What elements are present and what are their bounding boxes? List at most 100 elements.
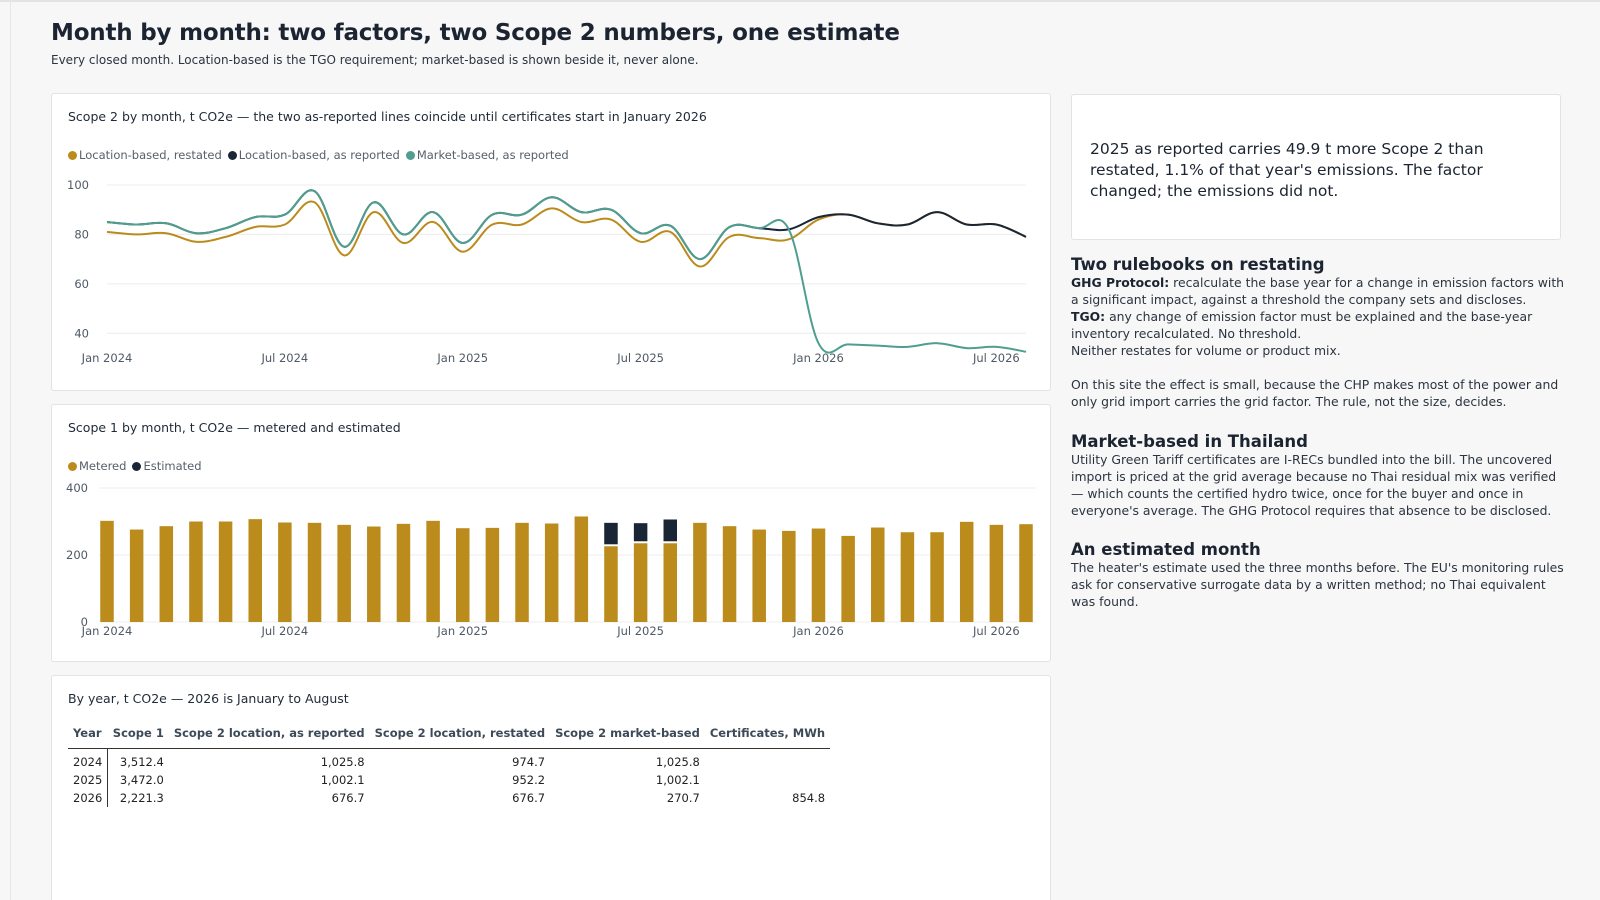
y-tick-label: 40 — [74, 326, 89, 340]
bar-metered — [485, 527, 500, 622]
table-cell: 2024 — [68, 748, 109, 771]
market-paragraph: Utility Green Tariff certificates are I-… — [1071, 452, 1557, 518]
column-header: Scope 2 market-based — [550, 722, 705, 749]
scope1-bar-chart: 0200400Jan 2024 Jul 2024 Jan 2025 Jul 2025 J… — [66, 481, 1036, 638]
bar-estimated — [604, 522, 618, 545]
x-tick-label: Jul 2024 — [260, 351, 308, 365]
x-tick-label: Jul 2026 — [972, 624, 1020, 638]
table-row: 2026 2,221.3 676.7 676.7 270.7 854.8 — [68, 789, 830, 807]
table-cell: 2026 — [68, 789, 109, 807]
bar-metered — [841, 535, 855, 622]
bar-metered — [129, 529, 144, 622]
table-cell: 676.7 — [331, 791, 365, 805]
bar-metered — [633, 543, 648, 622]
tgo-text: any change of emission factor must be ex… — [1071, 309, 1533, 341]
scope1-chart-card: Scope 1 by month, t CO2e — metered and e… — [51, 404, 1051, 662]
bar-metered — [900, 532, 915, 622]
x-tick-label: Jul 2025 — [616, 351, 664, 365]
x-tick-label: Jan 2024 — [81, 351, 133, 365]
x-tick-label: Jan 2024 — [81, 624, 133, 638]
bar-metered — [307, 522, 322, 622]
scope2-line-chart: 40 60 80 100 Jan 2024 Jul 2024 Jan 2025 Jul 202… — [67, 178, 1027, 365]
left-border — [10, 0, 11, 900]
x-tick-label: Jan 2025 — [436, 624, 488, 638]
page-title: Month by month: two factors, two Scope 2… — [51, 20, 900, 46]
market-heading: Market-based in Thailand — [1071, 432, 1308, 451]
bar-metered — [100, 520, 114, 622]
callout-text: 2025 as reported carries 49.9 t more Sco… — [1090, 140, 1484, 200]
scope2-chart-card: Scope 2 by month, t CO2e — the two as-re… — [51, 93, 1051, 391]
table-cell: 1,002.1 — [655, 773, 700, 787]
callout-card: 2025 as reported carries 49.9 t more Sco… — [1071, 94, 1561, 240]
table-cell: 974.7 — [512, 755, 546, 769]
table-cell: 270.7 — [666, 791, 700, 805]
year-table-title: By year, t CO2e — 2026 is January to Aug… — [68, 691, 349, 706]
bar-metered — [604, 546, 618, 622]
x-tick-label: Jan 2026 — [792, 624, 844, 638]
top-border — [0, 0, 1600, 2]
estimated-heading: An estimated month — [1071, 540, 1261, 559]
bar-metered — [782, 530, 796, 622]
y-tick-label: 400 — [66, 481, 88, 495]
column-header: Year — [68, 722, 108, 749]
tgo-paragraph: TGO: any change of emission factor must … — [1071, 308, 1571, 342]
bar-metered — [959, 521, 974, 622]
bar-metered — [367, 526, 381, 622]
table-cell: 1,002.1 — [320, 773, 365, 787]
table-cell: 1,025.8 — [655, 755, 700, 769]
bar-metered — [574, 516, 589, 622]
bar-metered — [930, 532, 944, 622]
bar-metered — [455, 528, 470, 622]
table-cell: 3,472.0 — [119, 773, 164, 787]
x-tick-label: Jul 2024 — [260, 624, 308, 638]
estimated-paragraph: The heater's estimate used the three mon… — [1071, 560, 1564, 609]
bar-metered — [218, 521, 233, 622]
bar-metered — [189, 521, 203, 622]
bar-metered — [752, 529, 766, 622]
effect-paragraph: On this site the effect is small, becaus… — [1071, 377, 1559, 409]
year-table-card: By year, t CO2e — 2026 is January to Aug… — [51, 675, 1051, 900]
page-subtitle: Every closed month. Location-based is th… — [51, 53, 699, 67]
series-line-2 — [106, 189, 1027, 261]
bar-metered — [989, 524, 1004, 622]
tgo-label: TGO: — [1071, 309, 1106, 324]
table-header-row: Year Scope 1 Scope 2 location, as report… — [68, 722, 831, 749]
bar-metered — [811, 528, 826, 622]
table-row: 2024 3,512.4 1,025.8 974.7 1,025.8 — [68, 748, 830, 772]
bar-metered — [1019, 524, 1033, 622]
table-row: 2025 3,472.0 1,002.1 952.2 1,002.1 — [68, 771, 830, 789]
y-tick-label: 200 — [66, 548, 88, 562]
bar-metered — [871, 527, 885, 622]
y-tick-label: 60 — [74, 277, 89, 291]
bar-metered — [722, 526, 737, 622]
bar-metered — [515, 522, 529, 622]
bar-metered — [544, 523, 559, 622]
table-cell: 3,512.4 — [119, 755, 164, 769]
market-section: Market-based in Thailand Utility Green T… — [1071, 433, 1571, 519]
bar-estimated — [633, 523, 648, 542]
table-cell: 952.2 — [512, 773, 546, 787]
year-table: Year Scope 1 Scope 2 location, as report… — [68, 722, 831, 807]
table-cell — [705, 771, 830, 789]
ghg-label: GHG Protocol: — [1071, 275, 1170, 290]
y-tick-label: 80 — [74, 227, 89, 241]
bar-metered — [278, 522, 292, 622]
bar-metered — [248, 519, 262, 622]
y-tick-label: 100 — [67, 178, 89, 192]
x-tick-label: Jul 2026 — [972, 351, 1020, 365]
bar-estimated — [663, 519, 678, 542]
table-cell: 2,221.3 — [119, 791, 164, 805]
table-cell: 854.8 — [792, 791, 826, 805]
rulebooks-heading: Two rulebooks on restating — [1071, 255, 1325, 274]
bar-metered — [159, 526, 174, 622]
bar-metered — [396, 523, 411, 622]
x-tick-label: Jan 2025 — [436, 351, 488, 365]
rulebooks-section: Two rulebooks on restating GHG Protocol:… — [1071, 256, 1571, 410]
estimated-section: An estimated month The heater's estimate… — [1071, 541, 1571, 610]
bar-metered — [663, 543, 678, 622]
column-header: Scope 2 location, as reported — [168, 722, 370, 749]
table-cell: 676.7 — [512, 791, 546, 805]
x-tick-label: Jul 2025 — [616, 624, 664, 638]
bar-metered — [426, 520, 440, 622]
table-cell — [705, 749, 830, 772]
